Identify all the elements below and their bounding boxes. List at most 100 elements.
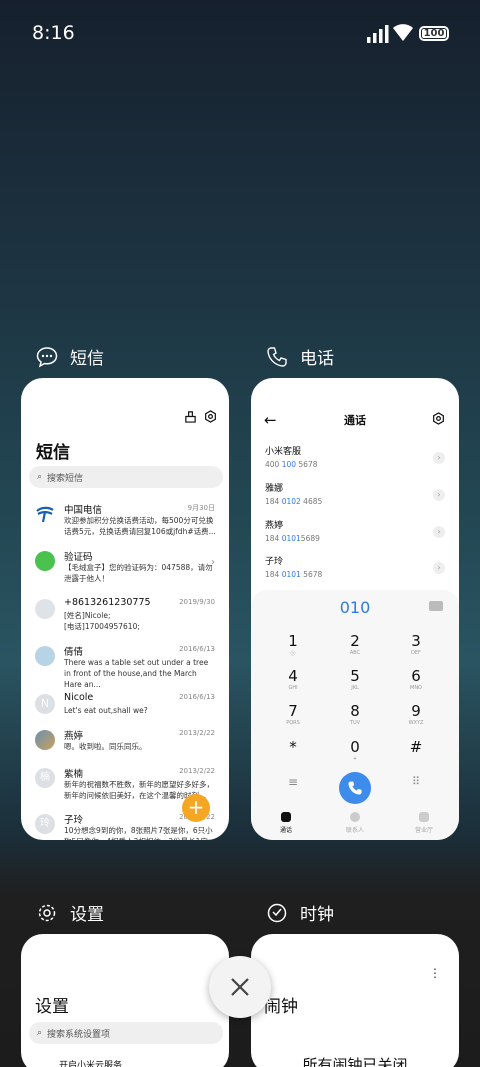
contact-row[interactable]: 小米客服 400 100 5678 ›	[265, 444, 445, 476]
message-preview: 10分想念9到的你，8张照片7张是你，6只小狗5只像你，4相爱人3相相依，2份最…	[64, 826, 215, 840]
chevron-right-icon[interactable]: ›	[433, 562, 445, 574]
search-icon: ⌕	[37, 472, 43, 482]
search-input[interactable]: ⌕ 搜索系统设置项	[29, 1022, 223, 1044]
person-avatar-icon	[35, 599, 55, 619]
contact-name: 雅娜	[265, 484, 284, 494]
dial-key-8[interactable]: 8 TUV	[335, 702, 375, 726]
message-sender: 倩倩	[64, 647, 84, 658]
wifi-icon	[393, 24, 413, 41]
app-header-sms[interactable]: 短信	[36, 344, 104, 369]
app-header-phone[interactable]: 电话	[266, 344, 334, 369]
china-telecom-logo-icon	[36, 506, 54, 523]
app-header-clock[interactable]: 时钟	[266, 900, 334, 925]
tab-contacts[interactable]: 联系人	[330, 812, 380, 834]
message-preview: 嗯。收到啦。同乐同乐。	[64, 742, 147, 751]
clear-all-button[interactable]	[209, 956, 271, 1018]
dialed-number: 010	[339, 598, 371, 617]
dial-key-3[interactable]: 3 DEF	[396, 632, 436, 656]
message-sender: Nicole	[64, 692, 94, 703]
keypad-icon[interactable]: ⠿	[396, 775, 436, 788]
recent-card-phone[interactable]: ← 通话 小米客服 400 100 5678 › 雅娜 184 0102 468…	[251, 378, 459, 840]
chevron-right-icon[interactable]: ›	[433, 526, 445, 538]
search-placeholder: 搜索系统设置项	[47, 1029, 111, 1040]
dial-key-hash[interactable]: #	[396, 738, 436, 756]
dial-key-2[interactable]: 2 ABC	[335, 632, 375, 656]
dial-key-star[interactable]: *	[273, 738, 313, 756]
contact-number: 184 0102 4685	[265, 497, 323, 506]
bottom-tab-bar: 通话 联系人 营业厅	[251, 812, 459, 840]
recent-card-sms[interactable]: 短信 ⌕ 搜索短信 中国电信 9月30日 欢迎参加积分兑换话费活动，每500分可…	[21, 378, 229, 840]
message-date: 2019/9/30	[179, 598, 215, 606]
app-header-label: 电话	[300, 349, 334, 369]
status-bar: 8:16 100	[0, 0, 480, 60]
message-date: 2016/6/13	[179, 645, 215, 653]
dial-key-6[interactable]: 6 MNO	[396, 667, 436, 691]
gear-icon	[38, 904, 56, 921]
clean-icon[interactable]	[184, 410, 197, 423]
recent-card-clock[interactable]: ⋮ 闹钟 所有闹钟已关闭	[251, 934, 459, 1067]
dial-key-9[interactable]: 9 WXYZ	[396, 702, 436, 726]
contact-row[interactable]: 子玲 184 0101 5678 ›	[265, 554, 445, 586]
settings-gear-icon[interactable]	[432, 412, 445, 425]
contact-name: 小米客服	[265, 447, 302, 457]
menu-icon[interactable]: ≡	[273, 775, 313, 789]
page-title: 设置	[35, 997, 69, 1017]
avatar	[35, 730, 55, 750]
battery-icon: 100	[419, 26, 449, 41]
call-button[interactable]	[339, 772, 371, 804]
tab-calls[interactable]: 通话	[261, 812, 311, 834]
avatar: 楠	[35, 768, 55, 788]
contact-number: 184 0101 5678	[265, 570, 323, 579]
app-header-label: 短信	[70, 349, 104, 369]
contact-number: 184 01015689	[265, 534, 320, 543]
close-icon	[231, 978, 249, 996]
phone-tab-icon	[281, 812, 291, 822]
message-preview: 欢迎参加积分兑换话费活动，每500分可兑换话费5元，兑换话费请回复106或jfd…	[64, 516, 216, 536]
contact-name: 子玲	[265, 557, 284, 567]
dial-key-1[interactable]: 1 ㋡	[273, 632, 313, 657]
dial-key-4[interactable]: 4 GHI	[273, 667, 313, 691]
dial-key-5[interactable]: 5 JKL	[335, 667, 375, 691]
message-bubble-icon	[36, 346, 58, 367]
avatar	[35, 646, 55, 666]
settings-item-mi-cloud[interactable]: 开启小米云服务	[59, 1058, 122, 1067]
recent-card-settings[interactable]: 设置 ⌕ 搜索系统设置项 开启小米云服务	[21, 934, 229, 1067]
contact-row[interactable]: 雅娜 184 0102 4685 ›	[265, 481, 445, 513]
contact-row[interactable]: 燕婷 184 01015689 ›	[265, 518, 445, 550]
page-title: 通话	[344, 414, 366, 427]
list-item[interactable]: 验证码 › 【毛绒盒子】您的验证码为：047588，请勿泄露于他人！	[21, 549, 229, 595]
clock-icon	[267, 903, 287, 922]
phone-icon	[267, 346, 287, 367]
chevron-right-icon[interactable]: ›	[433, 452, 445, 464]
chevron-right-icon[interactable]: ›	[433, 489, 445, 501]
avatar: N	[35, 694, 55, 714]
message-sender: 验证码	[64, 552, 93, 563]
dial-key-0[interactable]: 0 +	[335, 738, 375, 762]
message-sender: 燕婷	[64, 731, 84, 742]
list-item[interactable]: +8613261230775 2019/9/30 [姓名]Nicole; [电话…	[21, 597, 229, 643]
message-date: 2013/2/22	[179, 767, 215, 775]
search-input[interactable]: ⌕ 搜索短信	[29, 466, 223, 488]
app-header-settings[interactable]: 设置	[36, 900, 104, 925]
clock-time: 8:16	[32, 22, 75, 44]
message-sender: 紫楠	[64, 769, 84, 780]
tab-service-hall[interactable]: 营业厅	[399, 812, 449, 834]
list-item[interactable]: 倩倩 2016/6/13 There was a table set out u…	[21, 644, 229, 690]
compose-button[interactable]: +	[182, 794, 210, 822]
list-item[interactable]: 中国电信 9月30日 欢迎参加积分兑换话费活动，每500分可兑换话费5元，兑换话…	[21, 502, 229, 548]
message-preview: Let's eat out,shall we?	[64, 706, 148, 715]
more-options-icon[interactable]: ⋮	[429, 966, 441, 980]
message-date: 9月30日	[187, 504, 215, 512]
message-sender: 中国电信	[64, 505, 103, 516]
battery-level: 100	[423, 28, 445, 39]
message-date: 2013/2/22	[179, 729, 215, 737]
message-date: 2016/6/13	[179, 693, 215, 701]
settings-gear-icon[interactable]	[204, 410, 217, 423]
app-header-label: 时钟	[300, 905, 334, 925]
backspace-icon[interactable]	[429, 601, 443, 611]
app-header-label: 设置	[70, 905, 104, 925]
message-preview: 【毛绒盒子】您的验证码为：047588，请勿泄露于他人！	[64, 563, 213, 583]
dialpad: 010 1 ㋡ 2 ABC 3 DEF 4 GHI 5 JKL 6 MNO 7 PQRS 8T…	[251, 590, 459, 840]
dial-key-7[interactable]: 7 PQRS	[273, 702, 313, 726]
search-icon: ⌕	[37, 1028, 43, 1038]
